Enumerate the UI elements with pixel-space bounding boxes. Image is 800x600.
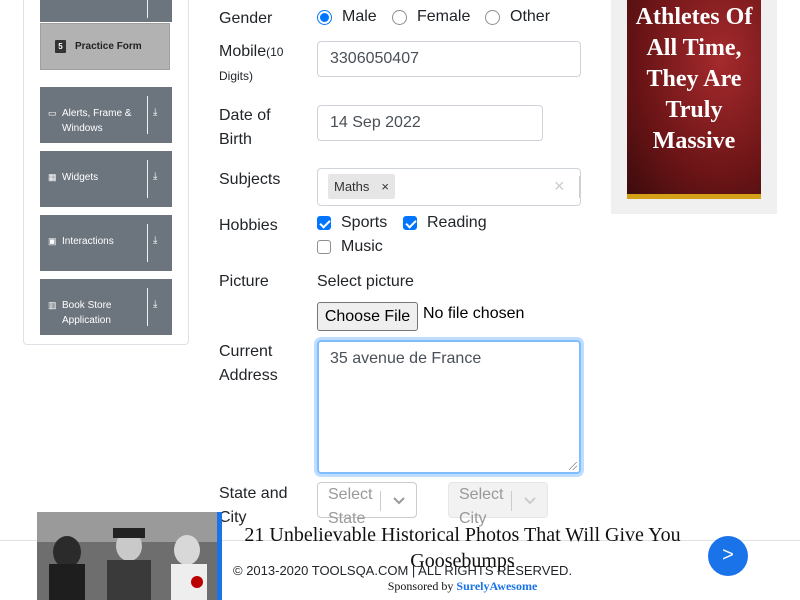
checkbox-label: Reading <box>427 214 487 231</box>
chevron-down-icon[interactable] <box>391 492 407 508</box>
sidebar-group-label: Widgets <box>62 172 99 183</box>
ad-accent-bar <box>627 194 761 199</box>
sidebar-divider <box>147 0 148 18</box>
subjects-label: Subjects <box>219 171 281 188</box>
hobby-checkbox-sports[interactable]: Sports <box>317 214 387 232</box>
resize-handle-icon[interactable] <box>569 462 577 470</box>
dob-value: 14 Sep 2022 <box>330 114 421 131</box>
sidebar-divider <box>147 224 148 262</box>
gender-label: Gender <box>219 10 273 27</box>
dob-label: Date of Birth <box>219 107 271 148</box>
clear-icon[interactable]: × <box>554 176 565 197</box>
sidebar-group-label: Book Store Application <box>62 300 112 326</box>
download-arrow-icon[interactable]: ⤓ <box>153 235 157 246</box>
download-arrow-icon[interactable]: ⤓ <box>153 107 157 118</box>
ad-sponsor-line: Sponsored by SurelyAwesome <box>240 579 685 594</box>
sidebar-divider <box>147 288 148 326</box>
subject-tag-label: Maths <box>334 179 370 194</box>
checkbox[interactable] <box>317 216 331 230</box>
subject-tag-maths: Maths × <box>328 174 395 199</box>
gender-radio-male[interactable]: Male <box>317 8 377 26</box>
mobile-value: 3306050407 <box>330 50 419 67</box>
mobile-input[interactable]: 3306050407 <box>317 41 581 77</box>
sidebar-group-forms[interactable] <box>40 0 172 22</box>
address-value: 35 avenue de France <box>330 350 482 367</box>
sidebar-group-label: Interactions <box>62 236 114 247</box>
gender-radio-other[interactable]: Other <box>485 8 550 26</box>
select-divider <box>380 491 381 511</box>
radio-button[interactable] <box>317 9 332 25</box>
checkbox[interactable] <box>403 216 417 230</box>
radio-button[interactable] <box>392 9 407 25</box>
gender-radio-female[interactable]: Female <box>392 8 470 26</box>
file-status: No file chosen <box>423 305 525 322</box>
dob-input[interactable]: 14 Sep 2022 <box>317 105 543 141</box>
ad-banner-right[interactable]: Athletes Of All Time, They Are Truly Mas… <box>611 0 777 214</box>
ad-headline: Athletes Of All Time, They Are Truly Mas… <box>635 4 753 154</box>
sponsored-prefix: Sponsored by <box>387 579 454 593</box>
hobby-checkbox-music[interactable]: Music <box>317 238 383 256</box>
subjects-divider <box>579 176 580 198</box>
mobile-label-text: Mobile <box>219 43 267 60</box>
html5-icon: 5 <box>55 40 66 53</box>
sidebar-group-alerts[interactable]: ▭ Alerts, Frame & Windows ⤓ <box>40 87 172 143</box>
checkbox-label: Music <box>341 238 383 255</box>
sidebar-divider <box>147 96 148 134</box>
remove-tag-icon[interactable]: × <box>375 179 395 194</box>
radio-button[interactable] <box>485 9 500 25</box>
radio-label: Other <box>510 8 551 25</box>
address-label: Current Address <box>219 343 278 384</box>
picture-label: Picture <box>219 273 269 290</box>
sidebar-divider <box>147 160 148 198</box>
historical-photo-icon <box>37 512 217 600</box>
checkbox[interactable] <box>317 240 331 254</box>
ad-accent-bar <box>217 512 222 600</box>
sidebar-group-widgets[interactable]: ▦ Widgets ⤓ <box>40 151 172 207</box>
chevron-down-icon <box>524 497 536 505</box>
address-textarea[interactable]: 35 avenue de France <box>317 340 581 474</box>
ad-bottom-photo[interactable] <box>37 512 217 600</box>
sidebar-group-label: Alerts, Frame & Windows <box>62 108 132 134</box>
book-icon: ▥ <box>48 300 57 310</box>
hobbies-label: Hobbies <box>219 217 278 234</box>
mobile-label: Mobile(10 Digits) <box>219 40 309 88</box>
ad-next-button[interactable]: > <box>708 536 748 576</box>
choose-file-button[interactable]: Choose File <box>317 302 418 331</box>
window-icon: ▭ <box>48 108 57 118</box>
ad-bottom-title[interactable]: 21 Unbelievable Historical Photos That W… <box>240 522 685 574</box>
radio-label: Female <box>417 8 471 25</box>
sidebar-item-label: Practice Form <box>75 41 142 52</box>
download-arrow-icon[interactable]: ⤓ <box>153 171 157 182</box>
checkbox-label: Sports <box>341 214 388 231</box>
city-select: Select City <box>448 482 548 527</box>
sidebar-group-interactions[interactable]: ▣ Interactions ⤓ <box>40 215 172 271</box>
ad-image: Athletes Of All Time, They Are Truly Mas… <box>627 0 761 199</box>
sidebar-group-book-store[interactable]: ▥ Book Store Application ⤓ <box>40 279 172 335</box>
interactions-icon: ▣ <box>48 236 57 246</box>
hobby-checkbox-reading[interactable]: Reading <box>403 214 487 232</box>
select-divider <box>511 491 512 511</box>
state-select[interactable]: Select State <box>317 482 417 527</box>
widgets-icon: ▦ <box>48 172 57 182</box>
sponsor-name[interactable]: SurelyAwesome <box>456 579 537 593</box>
download-arrow-icon[interactable]: ⤓ <box>153 299 157 310</box>
radio-label: Male <box>342 8 377 25</box>
sidebar-item-practice-form[interactable]: 5 Practice Form <box>40 23 170 70</box>
picture-prompt: Select picture <box>317 273 414 290</box>
